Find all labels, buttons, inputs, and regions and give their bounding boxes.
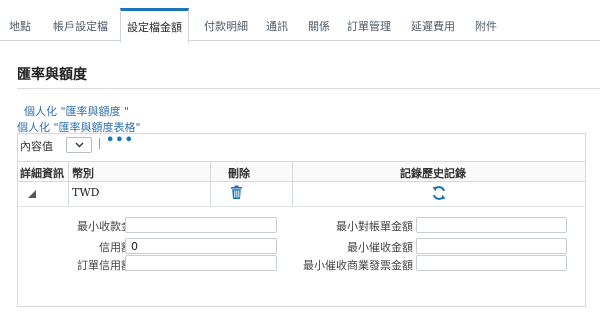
table-row[interactable]: TWD (18, 181, 585, 207)
toolbar-separator (99, 138, 100, 149)
tab-communication[interactable]: 通訊 (266, 18, 288, 34)
view-dropdown[interactable] (66, 137, 92, 153)
collapse-triangle-icon[interactable] (27, 189, 37, 202)
tab-bar: 地點 帳戶設定檔 設定檔金額 付款明細 通訊 關係 訂單管理 延遲費用 附件 (0, 0, 600, 43)
column-header-history: 記錄歷史記錄 (400, 167, 466, 180)
refresh-icon[interactable] (431, 185, 447, 204)
view-label: 內容值 (20, 140, 53, 153)
tab-attachments[interactable]: 附件 (475, 18, 497, 34)
column-header-currency: 幣別 (72, 167, 94, 180)
tab-relationships[interactable]: 關係 (308, 18, 330, 34)
tab-order-management[interactable]: 訂單管理 (347, 18, 391, 34)
min-statement-amount-label: 最小對帳單金額 (336, 220, 413, 233)
tab-payment-details[interactable]: 付款明細 (204, 18, 248, 34)
tab-profile-amounts[interactable]: 設定檔金額 (120, 8, 189, 43)
tab-late-charges[interactable]: 延遲費用 (411, 18, 455, 34)
chevron-down-icon (75, 140, 84, 150)
credit-limit-field[interactable]: 0 (125, 238, 277, 254)
min-dunning-invoice-amount-field[interactable] (416, 255, 567, 271)
min-receipt-amount-field[interactable] (125, 217, 277, 233)
min-dunning-amount-field[interactable] (416, 238, 567, 254)
tab-location[interactable]: 地點 (9, 18, 31, 34)
column-header-details: 詳細資訊 (20, 167, 64, 180)
section-title: 匯率與額度 (17, 67, 87, 83)
personalize-section-link[interactable]: 個人化 "匯率與額度 " (24, 103, 129, 119)
rates-limits-table: 內容值 ••• 詳細資訊 幣別 刪除 記錄歷史記錄 TWD 最小收款金額 信用額… (17, 133, 586, 307)
more-dots-icon[interactable]: ••• (106, 133, 134, 148)
currency-value: TWD (72, 186, 100, 199)
column-header-delete: 刪除 (228, 167, 250, 180)
table-header: 詳細資訊 幣別 刪除 記錄歷史記錄 (18, 161, 585, 182)
section-divider (17, 88, 600, 89)
order-credit-limit-field[interactable] (125, 255, 277, 271)
min-statement-amount-field[interactable] (416, 217, 567, 233)
min-dunning-invoice-amount-label: 最小催收商業發票金額 (303, 259, 413, 272)
tab-account-profile[interactable]: 帳戶設定檔 (53, 18, 108, 34)
trash-icon[interactable] (230, 185, 243, 203)
min-dunning-amount-label: 最小催收金額 (347, 241, 413, 254)
